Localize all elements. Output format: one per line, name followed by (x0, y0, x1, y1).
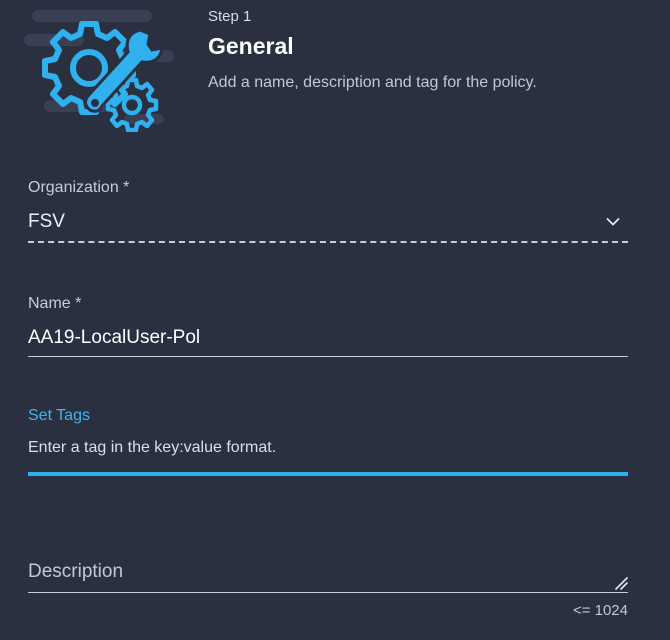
organization-label: Organization * (28, 179, 130, 196)
name-underline (28, 356, 628, 357)
page-title: General (208, 33, 294, 59)
tags-input[interactable] (28, 437, 628, 459)
gear-wrench-icon (24, 10, 174, 132)
name-label: Name * (28, 295, 82, 312)
chevron-down-icon[interactable] (606, 217, 620, 227)
tags-underline (28, 472, 628, 476)
description-underline (28, 592, 628, 593)
organization-value: FSV (28, 211, 65, 232)
description-textarea[interactable]: Description (28, 560, 628, 592)
step-header: Step 1 General Add a name, description a… (208, 8, 537, 92)
organization-underline (28, 241, 628, 243)
tags-label: Set Tags (28, 407, 90, 424)
policy-step-general: Step 1 General Add a name, description a… (0, 0, 670, 640)
name-field[interactable]: Name * AA19-LocalUser-Pol (28, 295, 628, 357)
organization-select-control[interactable]: FSV (28, 209, 628, 235)
name-input[interactable]: AA19-LocalUser-Pol (28, 325, 628, 351)
description-placeholder: Description (28, 561, 124, 582)
description-field[interactable]: Description <= 1024 (28, 560, 628, 619)
organization-select[interactable]: Organization * FSV (28, 179, 628, 243)
resize-handle-icon[interactable] (614, 576, 628, 590)
tags-field[interactable]: Set Tags (28, 407, 628, 476)
char-limit-counter: <= 1024 (572, 602, 628, 619)
step-description: Add a name, description and tag for the … (208, 74, 537, 91)
step-label: Step 1 (208, 8, 252, 25)
